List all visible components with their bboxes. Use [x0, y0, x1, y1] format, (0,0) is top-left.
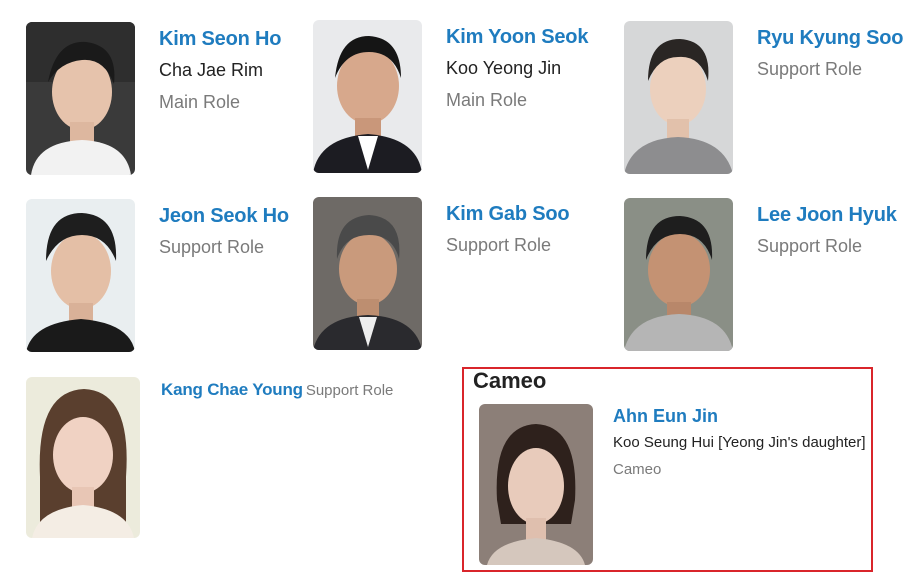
character-name: Cha Jae Rim: [159, 60, 264, 80]
actor-photo-lee-joon-hyuk[interactable]: [624, 198, 733, 351]
role-label: Support Role: [757, 236, 863, 256]
person-portrait-icon: [26, 377, 140, 538]
role-label: Cameo: [613, 461, 662, 478]
person-portrait-icon: [26, 199, 135, 352]
role-label: Main Role: [159, 92, 241, 112]
role-label: Support Role: [305, 382, 394, 399]
actor-name[interactable]: Jeon Seok Ho: [159, 205, 289, 228]
person-portrait-icon: [313, 20, 422, 173]
actor-photo-kang-chae-young[interactable]: [26, 377, 140, 538]
actor-name[interactable]: Kim Gab Soo: [446, 203, 570, 226]
actor-name[interactable]: Kim Yoon Seok: [446, 26, 588, 49]
cameo-heading: Cameo: [473, 368, 547, 393]
actor-photo-ryu-kyung-soo[interactable]: [624, 21, 733, 174]
actor-photo-kim-seon-ho[interactable]: [26, 22, 135, 175]
role-label: Support Role: [757, 59, 863, 79]
actor-name[interactable]: Ryu Kyung Soo: [757, 27, 903, 50]
cast-inline-entry: Kang Chae Young Support Role: [161, 380, 393, 400]
person-portrait-icon: [479, 404, 593, 565]
person-portrait-icon: [624, 198, 733, 351]
character-name: Koo Yeong Jin: [446, 58, 562, 78]
actor-photo-jeon-seok-ho[interactable]: [26, 199, 135, 352]
role-label: Support Role: [446, 235, 552, 255]
role-label: Support Role: [159, 237, 265, 257]
role-label: Main Role: [446, 90, 528, 110]
actor-photo-kim-yoon-seok[interactable]: [313, 20, 422, 173]
character-name: Koo Seung Hui [Yeong Jin's daughter]: [613, 434, 866, 451]
actor-name[interactable]: Lee Joon Hyuk: [757, 204, 897, 227]
actor-name[interactable]: Ahn Eun Jin: [613, 406, 718, 427]
actor-photo-ahn-eun-jin[interactable]: [479, 404, 593, 565]
person-portrait-icon: [26, 22, 135, 175]
actor-name[interactable]: Kang Chae Young: [161, 380, 303, 399]
person-portrait-icon: [624, 21, 733, 174]
actor-photo-kim-gab-soo[interactable]: [313, 197, 422, 350]
person-portrait-icon: [313, 197, 422, 350]
actor-name[interactable]: Kim Seon Ho: [159, 28, 281, 51]
